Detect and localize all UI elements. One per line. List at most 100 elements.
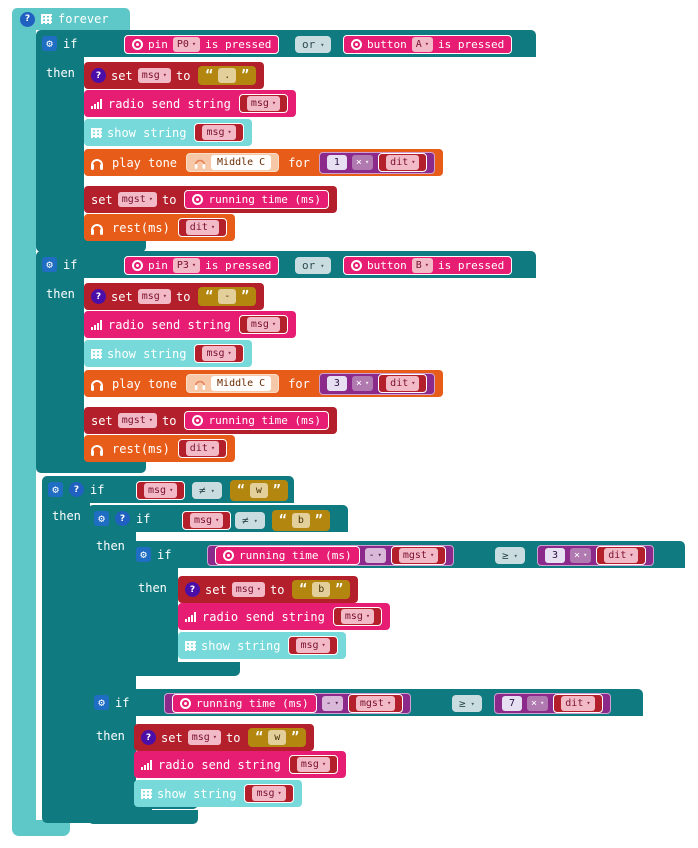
multiplier-value-2[interactable]: 3 [326, 376, 347, 391]
text-literal-3b[interactable]: “ w ” [248, 728, 307, 747]
note-picker-2[interactable]: Middle C [186, 374, 280, 393]
help-icon[interactable]: ? [185, 582, 200, 597]
set-variable-block-3a[interactable]: ? set msg ▾ to “ b ” [178, 576, 359, 603]
text-value-2[interactable]: - [218, 289, 237, 304]
variable-reporter-dit[interactable]: dit ▾ [177, 439, 228, 458]
comparison-dropdown-3[interactable]: ≠ ▾ [192, 482, 222, 499]
running-time-reporter-3a[interactable]: running time (ms) [215, 546, 360, 565]
rest-block-2[interactable]: rest(ms) dit ▾ [84, 435, 236, 462]
operator-dropdown-minus[interactable]: - ▾ [364, 548, 386, 563]
set-variable-block-1[interactable]: ? set msg ▾ to “ . ” [84, 62, 265, 89]
logic-or-dropdown-1[interactable]: or ▾ [295, 36, 332, 53]
text-literal-1[interactable]: “ . ” [198, 66, 257, 85]
variable-reporter-msg[interactable]: msg ▾ [288, 636, 338, 655]
variable-dropdown-mgst[interactable]: mgst ▾ [117, 413, 157, 428]
text-value-3a[interactable]: b [312, 582, 331, 597]
help-icon[interactable]: ? [20, 11, 35, 27]
gear-icon[interactable]: ⚙ [48, 482, 63, 497]
note-value-2[interactable]: Middle C [211, 376, 272, 391]
text-value-1[interactable]: . [218, 68, 237, 83]
operator-dropdown-times[interactable]: × ▾ [527, 696, 549, 711]
gear-icon[interactable]: ⚙ [94, 511, 109, 526]
button-pressed-reporter-1[interactable]: button A ▾ is pressed [343, 35, 513, 54]
gear-icon[interactable]: ⚙ [42, 257, 57, 272]
variable-reporter-msg-3i[interactable]: msg ▾ [182, 511, 232, 530]
gear-icon[interactable]: ⚙ [94, 695, 109, 710]
multiply-reporter-3b[interactable]: 7 × ▾ dit ▾ [494, 693, 611, 714]
set-variable-block-mgst-1[interactable]: set mgst ▾ to running time (ms) [84, 186, 338, 213]
multiply-reporter-2[interactable]: 3 × ▾ dit ▾ [318, 372, 436, 395]
operator-dropdown-times[interactable]: × ▾ [351, 376, 374, 391]
help-icon[interactable]: ? [69, 482, 84, 497]
logic-or-dropdown-2[interactable]: or ▾ [295, 257, 332, 274]
comparison-dropdown-3a[interactable]: ≥ ▾ [495, 547, 525, 564]
text-literal-2[interactable]: “ - ” [198, 287, 257, 306]
rest-block-1[interactable]: rest(ms) dit ▾ [84, 214, 236, 241]
variable-reporter-msg[interactable]: msg ▾ [288, 755, 339, 774]
comparison-dropdown-3i[interactable]: ≠ ▾ [235, 512, 265, 529]
text-value-3[interactable]: w [249, 483, 268, 498]
pin-pressed-reporter-2[interactable]: pin P3 ▾ is pressed [124, 256, 280, 275]
pin-pressed-reporter-1[interactable]: pin P0 ▾ is pressed [124, 35, 280, 54]
running-time-reporter-1[interactable]: running time (ms) [184, 190, 330, 209]
text-value-3i[interactable]: b [291, 513, 310, 528]
variable-reporter-dit[interactable]: dit ▾ [378, 374, 428, 393]
help-icon[interactable]: ? [91, 68, 106, 83]
multiply-reporter-3a[interactable]: 3 × ▾ dit ▾ [537, 545, 654, 566]
running-time-reporter-2[interactable]: running time (ms) [184, 411, 330, 430]
comparison-dropdown-3b[interactable]: ≥ ▾ [452, 695, 482, 712]
pin-dropdown-2[interactable]: P3 ▾ [172, 258, 201, 273]
text-value-3b[interactable]: w [268, 730, 287, 745]
forever-header[interactable]: ? forever [12, 8, 130, 30]
operator-dropdown-minus[interactable]: - ▾ [321, 696, 343, 711]
show-string-block-1[interactable]: show string msg ▾ [84, 119, 252, 146]
show-string-block-2[interactable]: show string msg ▾ [84, 340, 252, 367]
help-icon[interactable]: ? [141, 730, 156, 745]
variable-dropdown-msg[interactable]: msg ▾ [137, 68, 171, 83]
operator-dropdown-times[interactable]: × ▾ [570, 548, 592, 563]
button-pressed-reporter-2[interactable]: button B ▾ is pressed [343, 256, 513, 275]
variable-reporter-dit[interactable]: dit ▾ [378, 153, 428, 172]
variable-dropdown-msg[interactable]: msg ▾ [231, 582, 265, 597]
text-literal-3i[interactable]: “ b ” [272, 510, 330, 531]
multiplier-value-1[interactable]: 1 [326, 155, 347, 170]
gear-icon[interactable]: ⚙ [136, 547, 151, 562]
factor-value-3a[interactable]: 3 [545, 548, 566, 563]
variable-reporter-msg[interactable]: msg ▾ [194, 344, 244, 363]
help-icon[interactable]: ? [91, 289, 106, 304]
show-string-block-3a[interactable]: show string msg ▾ [178, 632, 346, 659]
play-tone-block-2[interactable]: play tone Middle C for 3 × ▾ dit ▾ [84, 370, 444, 397]
variable-reporter-msg-3[interactable]: msg ▾ [136, 481, 186, 500]
note-picker-1[interactable]: Middle C [186, 153, 280, 172]
variable-reporter-msg[interactable]: msg ▾ [244, 784, 294, 803]
button-dropdown-1[interactable]: A ▾ [411, 37, 433, 52]
variable-dropdown-mgst[interactable]: mgst ▾ [117, 192, 157, 207]
variable-reporter-mgst-3a[interactable]: mgst ▾ [390, 546, 447, 565]
show-string-block-3b[interactable]: show string msg ▾ [134, 780, 302, 807]
variable-dropdown-msg[interactable]: msg ▾ [137, 289, 171, 304]
button-dropdown-2[interactable]: B ▾ [411, 258, 433, 273]
set-variable-block-2[interactable]: ? set msg ▾ to “ - ” [84, 283, 265, 310]
variable-reporter-mgst-3b[interactable]: mgst ▾ [347, 694, 404, 713]
play-tone-block-1[interactable]: play tone Middle C for 1 × ▾ dit ▾ [84, 149, 444, 176]
set-variable-block-mgst-2[interactable]: set mgst ▾ to running time (ms) [84, 407, 338, 434]
radio-send-string-block-1[interactable]: radio send string msg ▾ [84, 90, 297, 117]
set-variable-block-3b[interactable]: ? set msg ▾ to “ w ” [134, 724, 315, 751]
variable-reporter-dit-3a[interactable]: dit ▾ [596, 546, 646, 565]
multiply-reporter-1[interactable]: 1 × ▾ dit ▾ [318, 151, 436, 174]
variable-dropdown-msg[interactable]: msg ▾ [187, 730, 221, 745]
text-literal-3[interactable]: “ w ” [230, 480, 288, 501]
variable-reporter-dit[interactable]: dit ▾ [177, 218, 228, 237]
variable-reporter-dit-3b[interactable]: dit ▾ [553, 694, 603, 713]
subtract-reporter-3b[interactable]: running time (ms) - ▾ mgst ▾ [164, 693, 412, 714]
operator-dropdown-times[interactable]: × ▾ [351, 155, 374, 170]
text-literal-3a[interactable]: “ b ” [292, 580, 351, 599]
variable-reporter-msg[interactable]: msg ▾ [332, 607, 383, 626]
radio-send-string-block-3b[interactable]: radio send string msg ▾ [134, 751, 347, 778]
subtract-reporter-3a[interactable]: running time (ms) - ▾ mgst ▾ [207, 545, 455, 566]
variable-reporter-msg[interactable]: msg ▾ [194, 123, 244, 142]
note-value-1[interactable]: Middle C [211, 155, 272, 170]
running-time-reporter-3b[interactable]: running time (ms) [172, 694, 317, 713]
variable-reporter-msg[interactable]: msg ▾ [238, 315, 289, 334]
pin-dropdown-1[interactable]: P0 ▾ [172, 37, 201, 52]
